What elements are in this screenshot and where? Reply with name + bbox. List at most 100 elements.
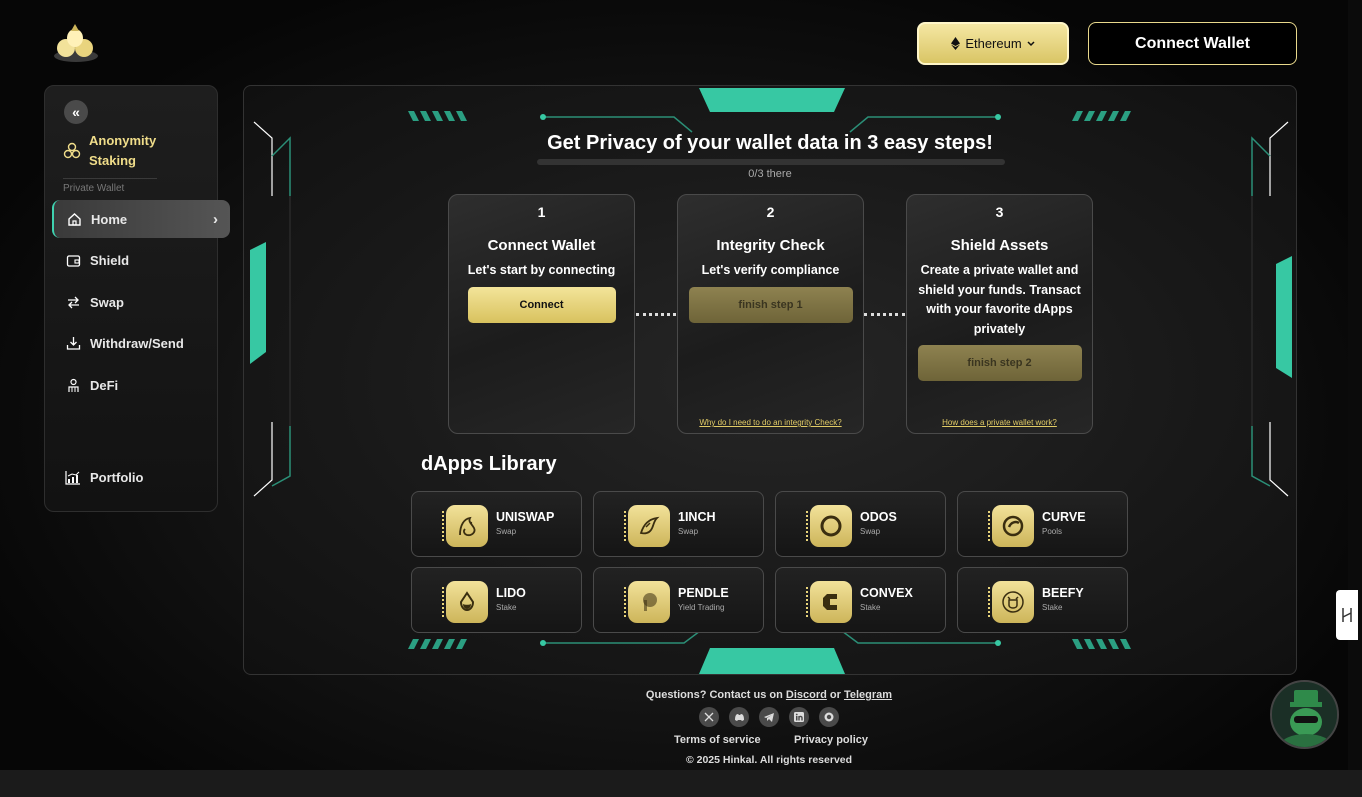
step-card-shield: 3 Shield Assets Create a private wallet … — [906, 194, 1093, 434]
step-description: Let's verify compliance — [701, 263, 840, 277]
double-chevron-left-icon: « — [72, 104, 80, 120]
medium-icon[interactable] — [819, 707, 839, 727]
private-wallet-info-link[interactable]: How does a private wallet work? — [907, 418, 1092, 427]
network-selector[interactable]: Ethereum — [917, 22, 1069, 65]
sidebar-item-label: Swap — [90, 294, 124, 310]
swap-icon — [65, 294, 81, 310]
step-title: Integrity Check — [716, 237, 825, 254]
section-label: Private Wallet — [63, 183, 125, 194]
dapp-name: CONVEX — [860, 586, 913, 600]
dapp-category: Stake — [1042, 603, 1063, 612]
chevron-right-icon: › — [213, 210, 218, 228]
discord-icon[interactable] — [729, 707, 749, 727]
step-number: 1 — [537, 204, 546, 220]
dapp-card-pendle[interactable]: PENDLE Yield Trading — [593, 567, 764, 633]
dapp-name: 1INCH — [678, 510, 716, 524]
curve-icon — [988, 505, 1034, 547]
chart-icon — [65, 469, 81, 485]
dapp-card-curve[interactable]: CURVE Pools — [957, 491, 1128, 557]
side-drawer-tab[interactable] — [1336, 590, 1358, 640]
x-icon[interactable] — [699, 707, 719, 727]
page-title: Get Privacy of your wallet data in 3 eas… — [547, 132, 993, 154]
sidebar-item-label: Shield — [90, 252, 130, 268]
dapp-card-uniswap[interactable]: UNISWAP Swap — [411, 491, 582, 557]
anonymity-staking-link[interactable]: Anonymity Staking — [63, 132, 203, 170]
connect-button[interactable]: Connect — [467, 286, 616, 323]
home-icon — [66, 211, 82, 227]
dapp-name: LIDO — [496, 586, 526, 600]
hinkal-logo[interactable] — [48, 18, 104, 66]
sidebar-item-shield[interactable]: Shield — [53, 241, 231, 279]
beefy-icon — [988, 581, 1034, 623]
sidebar-item-label: Home — [91, 211, 128, 227]
social-links — [699, 707, 839, 727]
telegram-link[interactable]: Telegram — [844, 689, 892, 701]
step-title: Connect Wallet — [487, 237, 596, 254]
defi-icon — [65, 377, 81, 393]
pendle-icon — [624, 581, 670, 623]
connect-wallet-button[interactable]: Connect Wallet — [1088, 22, 1297, 65]
step-number: 3 — [995, 204, 1004, 220]
progress-text: 0/3 there — [748, 168, 792, 180]
assistant-avatar[interactable] — [1270, 680, 1339, 749]
step-description: Create a private wallet and shield your … — [918, 263, 1081, 336]
finish-step-2-button[interactable]: finish step 2 — [917, 345, 1082, 381]
step-connector — [636, 313, 676, 316]
terms-of-service-link[interactable]: Terms of service — [674, 734, 761, 746]
telegram-icon[interactable] — [759, 707, 779, 727]
section-divider — [63, 178, 157, 179]
sidebar-item-portfolio[interactable]: Portfolio — [53, 458, 231, 496]
dapp-name: BEEFY — [1042, 586, 1084, 600]
sidebar-item-home[interactable]: Home › — [52, 200, 230, 238]
sidebar-item-defi[interactable]: DeFi — [53, 366, 231, 404]
finish-step-1-button[interactable]: finish step 1 — [688, 286, 853, 323]
step-title: Shield Assets — [950, 237, 1049, 254]
contact-prefix: Questions? Contact us on — [645, 689, 783, 701]
step-card-integrity: 2 Integrity Check Let's verify complianc… — [677, 194, 864, 434]
dapp-category: Stake — [860, 603, 881, 612]
step-number: 2 — [766, 204, 775, 220]
discord-link[interactable]: Discord — [786, 689, 827, 701]
chevron-down-icon — [1027, 40, 1035, 46]
step-card-connect: 1 Connect Wallet Let's start by connecti… — [448, 194, 635, 434]
integrity-check-info-link[interactable]: Why do I need to do an integrity Check? — [678, 418, 863, 427]
sidebar-item-label: Portfolio — [90, 469, 144, 485]
uniswap-icon — [442, 505, 488, 547]
step-description: Let's start by connecting — [467, 263, 616, 277]
dapp-name: CURVE — [1042, 510, 1086, 524]
sidebar-item-label: Withdraw/Send — [90, 335, 184, 351]
bottom-strip — [0, 770, 1362, 797]
copyright: © 2025 Hinkal. All rights reserved — [685, 754, 853, 766]
dapp-card-odos[interactable]: ODOS Swap — [775, 491, 946, 557]
main-panel: Get Privacy of your wallet data in 3 eas… — [243, 85, 1297, 675]
sidebar: « Anonymity Staking Private Wallet Home … — [44, 85, 230, 512]
dapp-card-1inch[interactable]: 1INCH Swap — [593, 491, 764, 557]
hinkal-tab-icon — [1342, 608, 1352, 622]
anonymity-staking-label: Anonymity Staking — [89, 133, 157, 168]
lido-icon — [442, 581, 488, 623]
convex-icon — [806, 581, 852, 623]
dapp-card-convex[interactable]: CONVEX Stake — [775, 567, 946, 633]
footer-contact: Questions? Contact us on Discord or Tele… — [0, 689, 1362, 701]
linkedin-icon[interactable] — [789, 707, 809, 727]
sidebar-item-withdraw-send[interactable]: Withdraw/Send — [53, 324, 231, 362]
scrollbar[interactable] — [1348, 0, 1362, 770]
sidebar-item-swap[interactable]: Swap — [53, 283, 231, 321]
dapp-category: Yield Trading — [678, 603, 725, 612]
network-label: Ethereum — [965, 36, 1022, 51]
dapp-category: Swap — [678, 527, 699, 536]
dapp-category: Swap — [496, 527, 517, 536]
collapse-sidebar-button[interactable]: « — [64, 100, 88, 124]
dapp-card-beefy[interactable]: BEEFY Stake — [957, 567, 1128, 633]
dapp-card-lido[interactable]: LIDO Stake — [411, 567, 582, 633]
ethereum-icon — [951, 37, 961, 50]
dapps-library-title: dApps Library — [421, 453, 557, 475]
privacy-policy-link[interactable]: Privacy policy — [794, 734, 868, 746]
step-connector — [864, 313, 905, 316]
sidebar-item-label: DeFi — [90, 377, 119, 393]
dapp-category: Swap — [860, 527, 881, 536]
dapp-name: ODOS — [860, 510, 897, 524]
odos-icon — [806, 505, 852, 547]
dapp-name: PENDLE — [678, 586, 729, 600]
dapp-category: Pools — [1042, 527, 1063, 536]
